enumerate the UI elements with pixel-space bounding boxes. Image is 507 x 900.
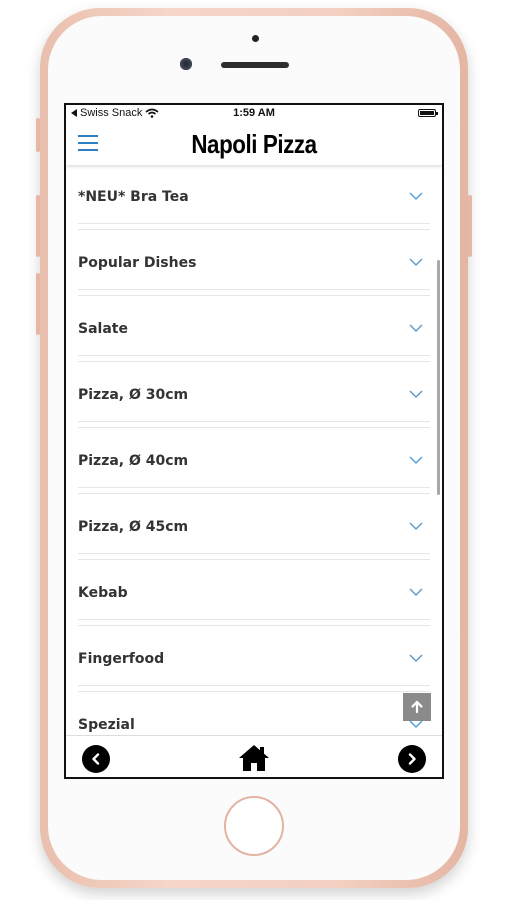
chevron-left-icon <box>92 753 100 765</box>
menu-category-row[interactable]: Kebab <box>78 561 430 627</box>
menu-category-row[interactable]: Pizza, Ø 30cm <box>78 363 430 429</box>
chevron-down-icon <box>409 390 423 399</box>
home-icon[interactable] <box>238 744 270 772</box>
row-divider <box>78 355 430 356</box>
mute-switch <box>36 118 40 152</box>
earpiece-speaker <box>221 62 289 68</box>
row-divider <box>78 361 430 362</box>
scroll-to-top-button[interactable] <box>403 693 431 721</box>
row-divider <box>78 427 430 428</box>
menu-category-label: Fingerfood <box>78 651 165 667</box>
menu-category-label: Pizza, Ø 40cm <box>78 453 189 469</box>
menu-category-row[interactable]: *NEU* Bra Tea <box>78 165 430 231</box>
row-divider <box>78 295 430 296</box>
volume-up-button <box>36 195 40 257</box>
row-divider <box>78 421 430 422</box>
menu-category-row[interactable]: Pizza, Ø 40cm <box>78 429 430 495</box>
chevron-down-icon <box>409 192 423 201</box>
chevron-down-icon <box>409 456 423 465</box>
chevron-down-icon <box>409 654 423 663</box>
menu-category-label: Spezial <box>78 717 135 733</box>
chevron-down-icon <box>409 324 423 333</box>
menu-category-label: Kebab <box>78 585 128 601</box>
battery-icon <box>418 109 438 117</box>
app-screen: Swiss Snack 1:59 AM Napoli Pizza *NEU* B… <box>64 103 444 779</box>
proximity-sensor <box>252 35 259 42</box>
row-divider <box>78 553 430 554</box>
chevron-down-icon <box>409 522 423 531</box>
menu-category-label: *NEU* Bra Tea <box>78 189 189 205</box>
row-divider <box>78 223 430 224</box>
previous-button[interactable] <box>82 745 110 773</box>
menu-category-row[interactable]: Fingerfood <box>78 627 430 693</box>
row-divider <box>78 487 430 488</box>
row-divider <box>78 559 430 560</box>
menu-category-label: Salate <box>78 321 128 337</box>
row-divider <box>78 691 430 692</box>
status-bar: Swiss Snack 1:59 AM <box>66 105 442 123</box>
row-divider <box>78 229 430 230</box>
restaurant-logo: Napoli Pizza <box>191 129 317 159</box>
volume-down-button <box>36 273 40 335</box>
chevron-right-icon <box>408 753 416 765</box>
status-time: 1:59 AM <box>233 107 275 119</box>
arrow-up-icon <box>411 700 423 714</box>
next-button[interactable] <box>398 745 426 773</box>
home-button[interactable] <box>224 796 284 856</box>
menu-category-label: Pizza, Ø 45cm <box>78 519 189 535</box>
bottom-nav-bar <box>66 735 442 777</box>
scrollbar[interactable] <box>437 260 440 495</box>
chevron-down-icon <box>409 588 423 597</box>
menu-category-list: *NEU* Bra Tea Popular Dishes Salate Pizza, … <box>78 165 430 759</box>
menu-category-row[interactable]: Pizza, Ø 45cm <box>78 495 430 561</box>
row-divider <box>78 685 430 686</box>
chevron-down-icon <box>409 258 423 267</box>
power-button <box>468 195 472 257</box>
front-camera <box>180 58 192 70</box>
row-divider <box>78 619 430 620</box>
row-divider <box>78 493 430 494</box>
menu-category-row[interactable]: Salate <box>78 297 430 363</box>
app-header: Napoli Pizza <box>66 123 442 165</box>
row-divider <box>78 289 430 290</box>
menu-category-label: Pizza, Ø 30cm <box>78 387 189 403</box>
row-divider <box>78 625 430 626</box>
menu-category-row[interactable]: Popular Dishes <box>78 231 430 297</box>
menu-category-label: Popular Dishes <box>78 255 197 271</box>
